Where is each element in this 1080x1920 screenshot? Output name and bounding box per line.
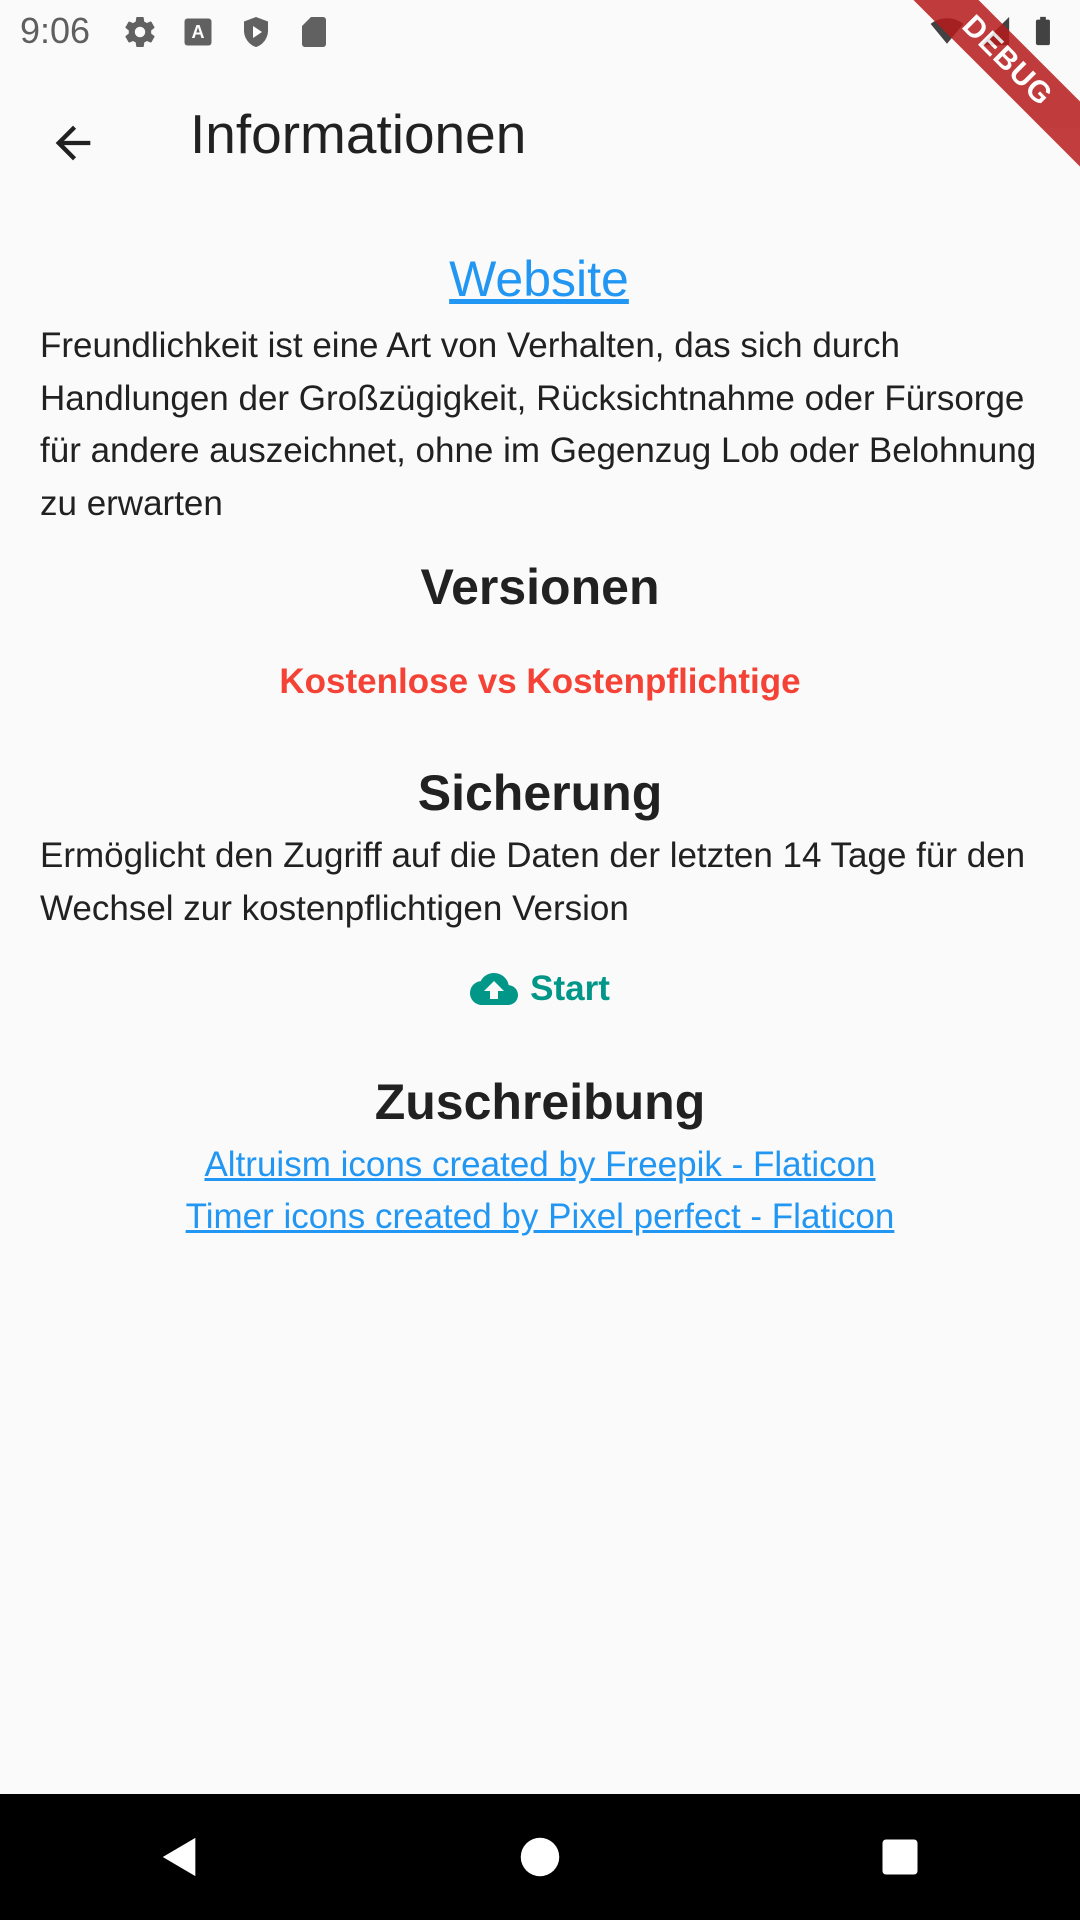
home-circle-icon: [520, 1837, 560, 1877]
versions-compare-link[interactable]: Kostenlose vs Kostenpflichtige: [40, 662, 1040, 702]
info-content: Website Freundlichkeit ist eine Art von …: [40, 250, 1040, 1243]
status-time: 9:06: [20, 10, 91, 51]
gear-icon: [125, 17, 155, 48]
website-link[interactable]: Website: [38, 250, 1040, 308]
nav-home-button[interactable]: [495, 1812, 585, 1902]
start-label: Start: [530, 969, 610, 1008]
sd-card-icon: [302, 17, 326, 47]
arrow-back-icon: [55, 125, 91, 161]
attribution-link-altruism[interactable]: Altruism icons created by Freepik - Flat…: [40, 1139, 1040, 1191]
status-bar: 9:06 A: [0, 0, 1080, 64]
shield-play-icon: [244, 17, 268, 47]
versions-title: Versionen: [420, 559, 660, 615]
attribution-links: Altruism icons created by Freepik - Flat…: [40, 1139, 1040, 1243]
backup-start-button[interactable]: Start: [40, 965, 1040, 1013]
backup-description: Ermöglicht den Zugriff auf die Daten der…: [40, 836, 1026, 928]
app-bar: Informationen: [0, 64, 1080, 206]
nav-recents-button[interactable]: [855, 1812, 945, 1902]
recents-square-icon: [882, 1839, 918, 1875]
system-nav-bar: [0, 1794, 1080, 1920]
back-triangle-icon: [162, 1837, 196, 1877]
attribution-title: Zuschreibung: [374, 1074, 706, 1130]
cloud-upload-icon: [470, 973, 519, 1005]
attribution-link-timer[interactable]: Timer icons created by Pixel perfect - F…: [40, 1191, 1040, 1243]
svg-text:A: A: [192, 22, 205, 42]
backup-title: Sicherung: [417, 765, 663, 821]
page-title: Informationen: [190, 103, 527, 165]
description-text: Freundlichkeit ist eine Art von Verhalte…: [40, 326, 1037, 523]
battery-icon: [1035, 16, 1050, 46]
nav-back-button[interactable]: [135, 1812, 225, 1902]
back-button[interactable]: [34, 104, 112, 182]
status-icons-left: A: [122, 14, 332, 50]
a-icon: A: [184, 18, 212, 46]
